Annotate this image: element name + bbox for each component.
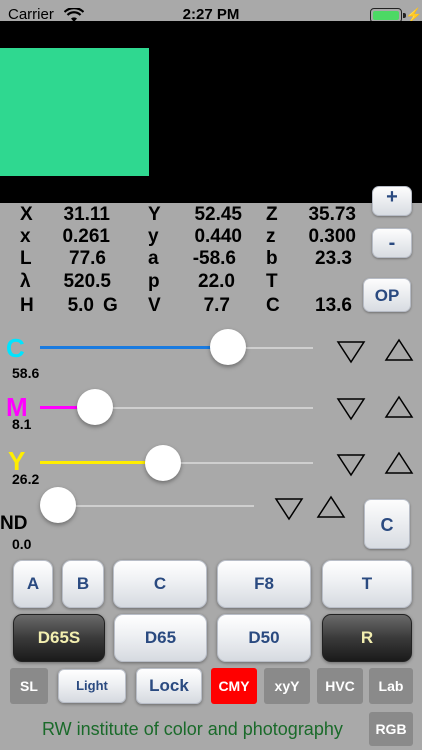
magenta-increase-icon[interactable] (384, 394, 414, 420)
x-label: X (20, 204, 33, 225)
nd-letter: ND (0, 513, 28, 534)
v-value: 7.7 (203, 295, 230, 316)
yellow-value: 26.2 (12, 471, 40, 487)
hvc-tab[interactable]: HVC (317, 668, 363, 704)
d65s-button[interactable]: D65S (13, 614, 105, 662)
nd-track (58, 505, 254, 507)
magenta-decrease-icon[interactable] (336, 396, 366, 422)
c-label: C (266, 295, 280, 316)
f8-button[interactable]: F8 (217, 560, 311, 608)
lock-button[interactable]: Lock (136, 668, 202, 704)
x-chroma-value: 0.261 (62, 226, 110, 247)
c-button[interactable]: C (113, 560, 207, 608)
a-button[interactable]: A (13, 560, 53, 608)
b-label: b (266, 248, 278, 269)
lab-tab[interactable]: Lab (369, 668, 413, 704)
b-button[interactable]: B (62, 560, 104, 608)
p-value: 22.0 (198, 271, 235, 292)
x-chroma-label: x (20, 226, 31, 247)
lambda-value: 520.5 (63, 271, 111, 292)
cmy-tab[interactable]: CMY (211, 668, 257, 704)
z-chroma-label: z (266, 226, 276, 247)
nd-increase-icon[interactable] (316, 494, 346, 520)
b-value: 23.3 (315, 248, 352, 269)
magenta-slider-thumb[interactable] (76, 389, 113, 425)
hue-letter: G (103, 295, 118, 316)
y-value: 52.45 (194, 204, 242, 225)
h-label: H (20, 295, 34, 316)
z-label: Z (266, 204, 278, 225)
h-value: 5.0 (67, 295, 94, 316)
a-label: a (148, 248, 159, 269)
nd-decrease-icon[interactable] (274, 496, 304, 522)
cyan-slider-thumb[interactable] (210, 329, 247, 365)
magenta-value: 8.1 (12, 416, 32, 432)
sl-tab[interactable]: SL (10, 668, 48, 704)
z-chroma-value: 0.300 (308, 226, 356, 247)
rgb-tab[interactable]: RGB (369, 712, 413, 746)
c-value: 13.6 (315, 295, 352, 316)
color-swatch (0, 48, 149, 176)
lambda-label: λ (20, 271, 31, 292)
light-button[interactable]: Light (58, 669, 126, 703)
d50-button[interactable]: D50 (217, 614, 311, 662)
plus-button[interactable]: + (372, 186, 412, 216)
y-label: Y (148, 204, 161, 225)
yellow-increase-icon[interactable] (384, 450, 414, 476)
nd-slider-thumb[interactable] (40, 487, 76, 523)
c-side-button[interactable]: C (364, 499, 410, 549)
op-button[interactable]: OP (363, 278, 411, 312)
v-label: V (148, 295, 161, 316)
cyan-value: 58.6 (12, 365, 40, 381)
cyan-increase-icon[interactable] (384, 337, 414, 363)
cyan-track-fill (40, 346, 229, 349)
yellow-slider-thumb[interactable] (144, 445, 181, 481)
t-button[interactable]: T (322, 560, 412, 608)
color-preview (0, 21, 422, 203)
xyy-tab[interactable]: xyY (264, 668, 310, 704)
y-chroma-value: 0.440 (194, 226, 242, 247)
t-label: T (266, 271, 278, 292)
cyan-decrease-icon[interactable] (336, 339, 366, 365)
z-value: 35.73 (308, 204, 356, 225)
p-label: p (148, 271, 160, 292)
d65-button[interactable]: D65 (114, 614, 207, 662)
footer-credit: RW institute of color and photography (42, 719, 343, 739)
cyan-letter: C (6, 333, 25, 363)
l-value: 77.6 (69, 248, 106, 269)
a-value: -58.6 (192, 248, 236, 269)
x-value: 31.11 (63, 204, 111, 225)
r-button[interactable]: R (322, 614, 412, 662)
yellow-decrease-icon[interactable] (336, 452, 366, 478)
minus-button[interactable]: - (372, 228, 412, 258)
nd-value: 0.0 (12, 536, 32, 552)
y-chroma-label: y (148, 226, 159, 247)
l-label: L (20, 248, 32, 269)
